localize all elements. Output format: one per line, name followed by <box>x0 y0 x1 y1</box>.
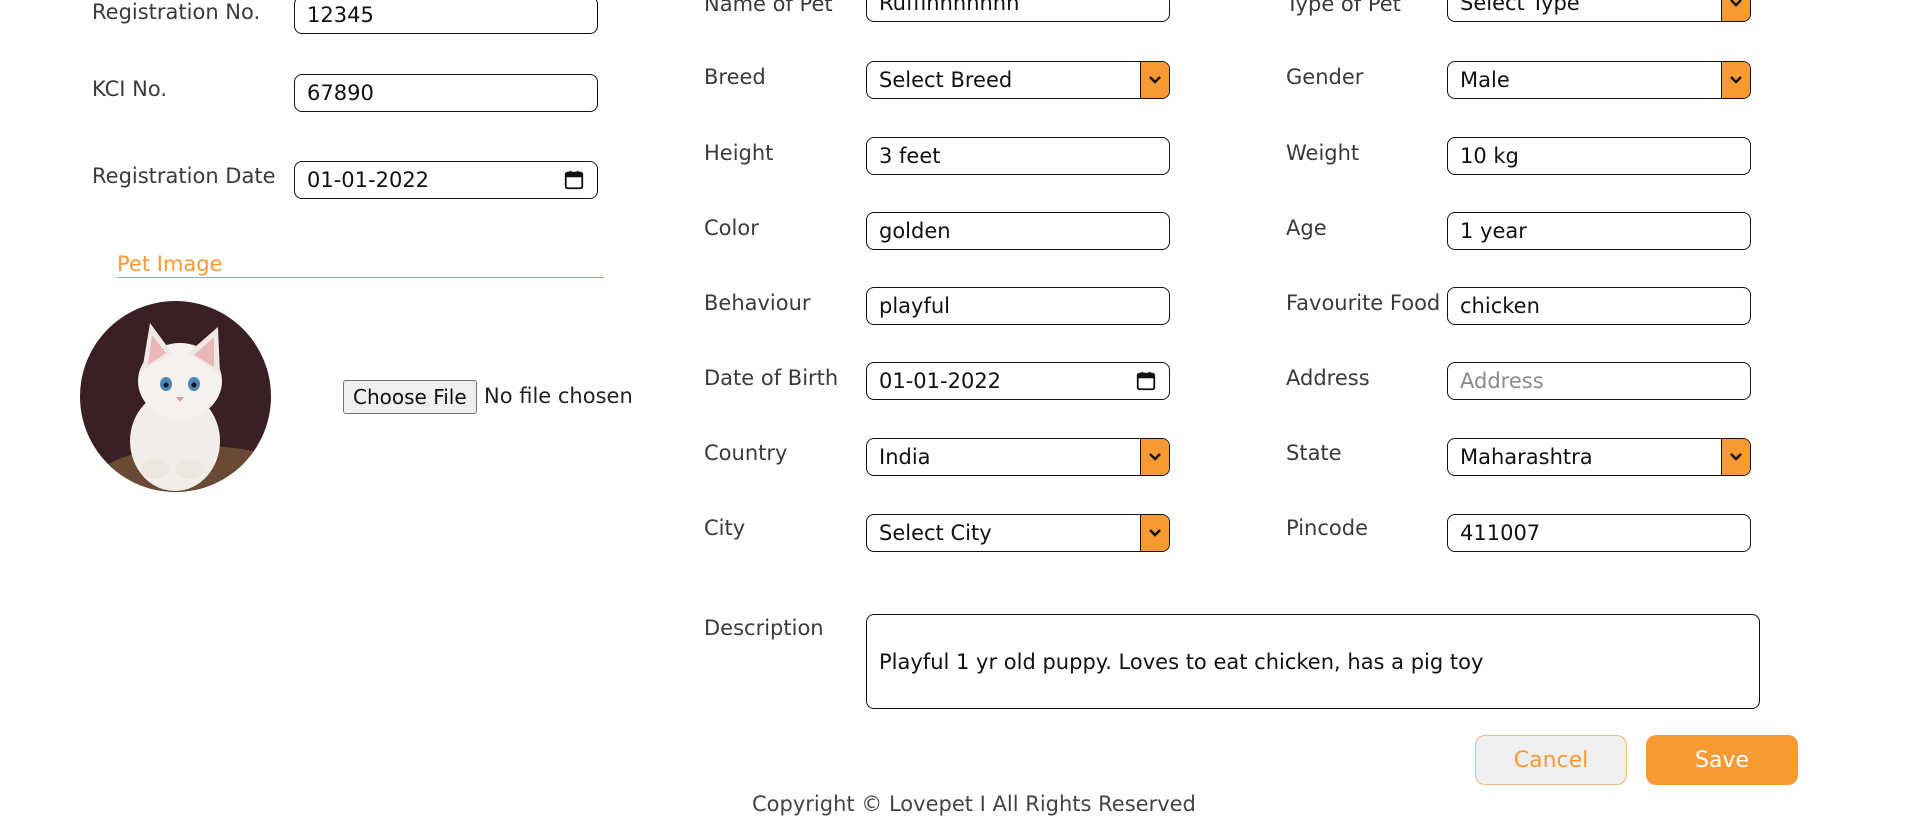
color-input[interactable]: golden <box>866 212 1170 250</box>
city-select[interactable]: Select City <box>866 514 1170 552</box>
behaviour-input[interactable]: playful <box>866 287 1170 325</box>
color-label: Color <box>704 216 759 240</box>
weight-label: Weight <box>1286 141 1360 165</box>
color-value: golden <box>879 219 951 243</box>
address-input[interactable]: Address <box>1447 362 1751 400</box>
age-value: 1 year <box>1460 219 1527 243</box>
save-button[interactable]: Save <box>1646 735 1798 785</box>
file-status-text: No file chosen <box>484 384 633 408</box>
weight-input[interactable]: 10 kg <box>1447 137 1751 175</box>
pincode-label: Pincode <box>1286 516 1368 540</box>
behaviour-value: playful <box>879 294 950 318</box>
address-label: Address <box>1286 366 1370 390</box>
type-of-pet-label: Type of Pet <box>1286 0 1401 16</box>
calendar-icon[interactable] <box>563 169 585 191</box>
type-of-pet-select[interactable]: Select Type <box>1447 0 1751 22</box>
footer-copyright: Copyright © Lovepet I All Rights Reserve… <box>752 792 1196 816</box>
choose-file-button[interactable]: Choose File <box>343 380 477 414</box>
pet-avatar <box>80 301 271 492</box>
age-label: Age <box>1286 216 1327 240</box>
gender-label: Gender <box>1286 65 1364 89</box>
chevron-down-icon[interactable] <box>1721 0 1750 21</box>
favourite-food-value: chicken <box>1460 294 1540 318</box>
country-value: India <box>879 445 931 469</box>
registration-date-input[interactable]: 01-01-2022 <box>294 161 598 199</box>
height-label: Height <box>704 141 774 165</box>
gender-select[interactable]: Male <box>1447 61 1751 99</box>
date-of-birth-input[interactable]: 01-01-2022 <box>866 362 1170 400</box>
date-of-birth-label: Date of Birth <box>704 366 839 390</box>
height-input[interactable]: 3 feet <box>866 137 1170 175</box>
chevron-down-icon[interactable] <box>1140 515 1169 551</box>
chevron-down-icon[interactable] <box>1140 439 1169 475</box>
behaviour-label: Behaviour <box>704 291 811 315</box>
calendar-icon[interactable] <box>1135 370 1157 392</box>
state-value: Maharashtra <box>1460 445 1593 469</box>
pet-image-title: Pet Image <box>117 252 223 276</box>
chevron-down-icon[interactable] <box>1721 62 1750 98</box>
registration-no-label: Registration No. <box>92 0 261 24</box>
chevron-down-icon[interactable] <box>1721 439 1750 475</box>
name-of-pet-label: Name of Pet <box>704 0 833 16</box>
favourite-food-input[interactable]: chicken <box>1447 287 1751 325</box>
registration-no-input[interactable]: 12345 <box>294 0 598 34</box>
country-select[interactable]: India <box>866 438 1170 476</box>
age-input[interactable]: 1 year <box>1447 212 1751 250</box>
breed-select[interactable]: Select Breed <box>866 61 1170 99</box>
description-textarea[interactable]: Playful 1 yr old puppy. Loves to eat chi… <box>866 614 1760 709</box>
state-select[interactable]: Maharashtra <box>1447 438 1751 476</box>
kitten-photo <box>80 301 271 492</box>
registration-no-value: 12345 <box>307 3 374 27</box>
date-of-birth-value: 01-01-2022 <box>879 369 1002 393</box>
name-of-pet-value: Ruffinnnnnnn <box>879 0 1020 15</box>
chevron-down-icon[interactable] <box>1140 62 1169 98</box>
breed-value: Select Breed <box>879 68 1013 92</box>
city-label: City <box>704 516 746 540</box>
gender-value: Male <box>1460 68 1510 92</box>
kci-no-label: KCI No. <box>92 77 168 101</box>
description-label: Description <box>704 616 824 640</box>
address-placeholder: Address <box>1460 369 1544 393</box>
registration-date-value: 01-01-2022 <box>307 168 430 192</box>
pincode-value: 411007 <box>1460 521 1541 545</box>
kci-no-input[interactable]: 67890 <box>294 74 598 112</box>
state-label: State <box>1286 441 1342 465</box>
country-label: Country <box>704 441 788 465</box>
height-value: 3 feet <box>879 144 941 168</box>
city-value: Select City <box>879 521 992 545</box>
pet-image-divider <box>117 277 604 278</box>
cancel-button[interactable]: Cancel <box>1475 735 1627 785</box>
kci-no-value: 67890 <box>307 81 374 105</box>
description-value: Playful 1 yr old puppy. Loves to eat chi… <box>879 649 1484 674</box>
weight-value: 10 kg <box>1460 144 1519 168</box>
name-of-pet-input[interactable]: Ruffinnnnnnn <box>866 0 1170 22</box>
breed-label: Breed <box>704 65 766 89</box>
type-of-pet-value: Select Type <box>1460 0 1580 15</box>
registration-date-label: Registration Date <box>92 164 276 188</box>
favourite-food-label: Favourite Food <box>1286 291 1441 315</box>
pincode-input[interactable]: 411007 <box>1447 514 1751 552</box>
